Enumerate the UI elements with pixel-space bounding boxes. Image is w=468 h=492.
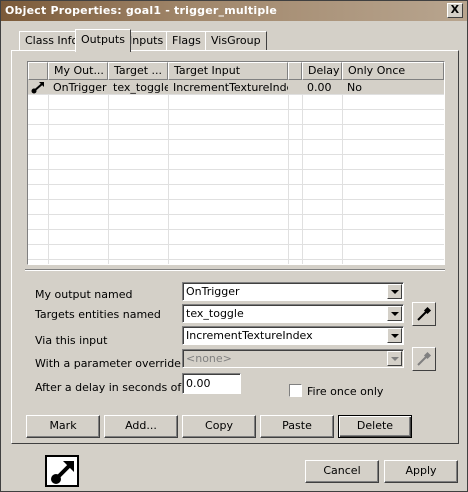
- delay-input[interactable]: 0.00: [182, 373, 241, 394]
- delete-button[interactable]: Delete: [338, 415, 412, 438]
- targets-select[interactable]: tex_toggle: [182, 304, 404, 323]
- eyedropper-icon: [417, 351, 432, 366]
- tab-outputs[interactable]: Outputs: [75, 29, 131, 52]
- column-header-only-once[interactable]: Only Once: [342, 62, 444, 80]
- cell-delay: 0.00: [307, 81, 332, 94]
- table-row[interactable]: OnTrigger tex_toggle IncrementTextureInd…: [28, 80, 444, 95]
- table-row[interactable]: [28, 245, 444, 260]
- table-row[interactable]: [28, 185, 444, 200]
- param-label: With a parameter override of: [35, 357, 196, 370]
- eyedropper-icon: [417, 306, 432, 321]
- param-select-value: <none>: [186, 352, 232, 365]
- paste-button[interactable]: Paste: [260, 415, 334, 438]
- input-select[interactable]: IncrementTextureIndex: [182, 326, 404, 345]
- column-header-my-output[interactable]: My Out...: [48, 62, 108, 80]
- column-header-target-input[interactable]: Target Input: [168, 62, 288, 80]
- table-row[interactable]: [28, 170, 444, 185]
- table-row[interactable]: [28, 95, 444, 110]
- pick-parameter-button[interactable]: [412, 347, 436, 371]
- tab-flags[interactable]: Flags: [166, 31, 207, 50]
- column-header-spacer[interactable]: [288, 62, 302, 80]
- input-label: Via this input: [35, 334, 108, 347]
- fire-once-checkbox[interactable]: [289, 384, 302, 397]
- table-row[interactable]: [28, 155, 444, 170]
- table-row[interactable]: [28, 230, 444, 245]
- object-properties-dialog: Object Properties: goal1 - trigger_multi…: [0, 0, 468, 492]
- table-row[interactable]: [28, 200, 444, 215]
- chevron-down-icon[interactable]: [387, 284, 402, 299]
- window-title: Object Properties: goal1 - trigger_multi…: [5, 4, 278, 17]
- output-connection-icon: [31, 81, 45, 94]
- param-select[interactable]: <none>: [182, 349, 404, 368]
- table-row[interactable]: [28, 125, 444, 140]
- table-row[interactable]: [28, 110, 444, 125]
- delay-label: After a delay in seconds of: [35, 381, 182, 394]
- column-header-icon[interactable]: [28, 62, 48, 80]
- cancel-button[interactable]: Cancel: [305, 460, 379, 483]
- copy-button[interactable]: Copy: [182, 415, 256, 438]
- section-divider: [25, 269, 445, 271]
- outputs-list[interactable]: My Out... Target ... Target Input Delay …: [27, 61, 445, 265]
- pick-target-entity-button[interactable]: [412, 302, 436, 326]
- output-select-value: OnTrigger: [186, 285, 240, 298]
- output-select[interactable]: OnTrigger: [182, 282, 404, 301]
- add-button[interactable]: Add...: [104, 415, 178, 438]
- cell-only-once: No: [347, 81, 362, 94]
- output-label: My output named: [35, 288, 133, 301]
- column-header-target[interactable]: Target ...: [108, 62, 168, 80]
- targets-select-value: tex_toggle: [186, 307, 244, 320]
- cell-target: tex_toggle: [113, 81, 168, 94]
- chevron-down-icon[interactable]: [387, 351, 402, 366]
- close-button[interactable]: X: [447, 3, 463, 18]
- cell-input: IncrementTextureIndex: [173, 81, 288, 94]
- close-icon: X: [450, 3, 460, 16]
- table-row[interactable]: [28, 140, 444, 155]
- table-row[interactable]: [28, 215, 444, 230]
- output-connection-large-icon: [45, 455, 79, 487]
- mark-button[interactable]: Mark: [26, 415, 100, 438]
- list-header: My Out... Target ... Target Input Delay …: [28, 62, 444, 80]
- apply-button[interactable]: Apply: [384, 460, 458, 483]
- column-header-delay[interactable]: Delay: [302, 62, 342, 80]
- title-bar[interactable]: Object Properties: goal1 - trigger_multi…: [1, 1, 467, 21]
- input-select-value: IncrementTextureIndex: [186, 329, 313, 342]
- cell-output: OnTrigger: [53, 81, 107, 94]
- targets-label: Targets entities named: [35, 308, 161, 321]
- chevron-down-icon[interactable]: [387, 328, 402, 343]
- fire-once-label: Fire once only: [307, 385, 384, 398]
- chevron-down-icon[interactable]: [387, 306, 402, 321]
- tab-visgroup[interactable]: VisGroup: [205, 31, 267, 50]
